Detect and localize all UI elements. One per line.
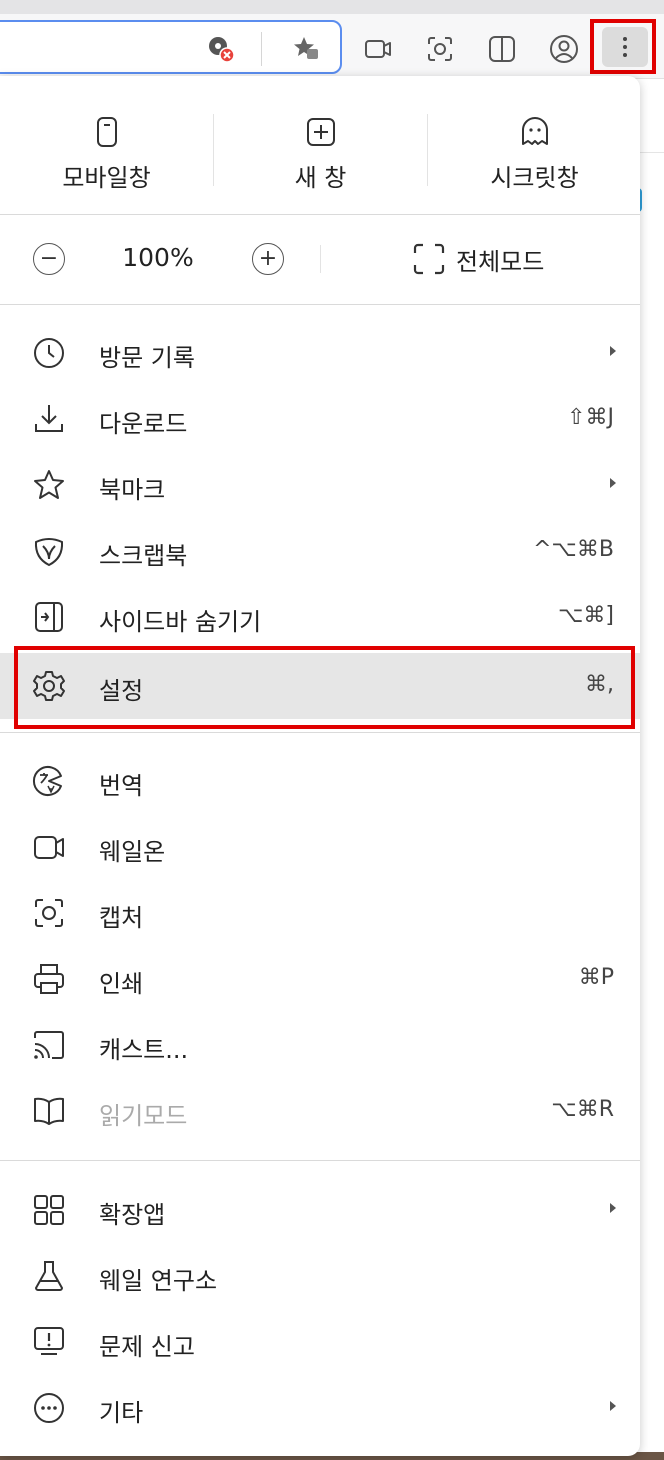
menu-item-label: 다운로드 (99, 410, 188, 438)
menu-item-capture[interactable]: 캡처 (0, 880, 640, 946)
quick-actions: 모바일창 새 창 시크릿창 (0, 76, 640, 214)
translate-icon (32, 764, 66, 798)
profile-icon[interactable] (544, 29, 584, 69)
menu-item-label: 번역 (99, 772, 144, 800)
browser-main-menu: 모바일창 새 창 시크릿창 − 100% + 전체모드 방문 기록 다운로드 ⇧… (0, 76, 640, 1456)
tab-strip (0, 0, 664, 14)
menu-item-history[interactable]: 방문 기록 (0, 320, 640, 386)
video-icon (32, 830, 66, 864)
split-view-icon[interactable] (482, 29, 522, 69)
menu-item-whale-labs[interactable]: 웨일 연구소 (0, 1243, 640, 1309)
menu-item-scrapbook[interactable]: 스크랩북 ^⌥⌘B (0, 518, 640, 584)
printer-icon (32, 962, 66, 996)
menu-item-label: 사이드바 숨기기 (99, 608, 262, 636)
sidebar-icon (32, 600, 66, 634)
menu-divider (0, 732, 640, 733)
menu-item-label: 스크랩북 (99, 542, 188, 570)
address-separator (261, 32, 262, 66)
fullscreen-label: 전체모드 (456, 247, 545, 276)
menu-item-label: 방문 기록 (99, 344, 195, 372)
mobile-window-label: 모바일창 (62, 164, 151, 192)
zoom-out-button[interactable]: − (33, 243, 65, 275)
menu-item-downloads[interactable]: 다운로드 ⇧⌘J (0, 386, 640, 452)
menu-divider (0, 304, 640, 305)
bookmark-star-icon[interactable] (286, 29, 326, 69)
download-icon (32, 402, 66, 436)
fullscreen-icon (413, 243, 445, 275)
more-horizontal-icon (32, 1391, 66, 1425)
menu-item-cast[interactable]: 캐스트... (0, 1012, 640, 1078)
menu-item-label: 캡처 (99, 904, 144, 932)
menu-item-shortcut: ⌥⌘] (558, 603, 614, 628)
menu-item-label: 웨일온 (99, 838, 166, 866)
menu-item-translate[interactable]: 번역 (0, 748, 640, 814)
ghost-icon (521, 117, 548, 145)
zoom-controls: − 100% + 전체모드 (0, 215, 640, 305)
extensions-icon (32, 1193, 66, 1227)
menu-item-shortcut: ⌘P (578, 965, 614, 990)
menu-item-label: 북마크 (99, 476, 166, 504)
settings-highlight-box (14, 646, 635, 729)
menu-item-label: 기타 (99, 1399, 144, 1427)
menu-item-shortcut: ⌥⌘R (551, 1097, 614, 1122)
menu-item-report-issue[interactable]: 문제 신고 (0, 1309, 640, 1375)
mobile-window-button[interactable]: 모바일창 (0, 116, 213, 193)
capture-icon (32, 896, 66, 930)
cast-icon (32, 1028, 66, 1062)
menu-item-more[interactable]: 기타 (0, 1375, 640, 1441)
clock-icon (32, 336, 66, 370)
zoom-level: 100% (122, 243, 194, 272)
flask-icon (32, 1259, 66, 1293)
new-window-icon (306, 118, 335, 146)
menu-item-bookmarks[interactable]: 북마크 (0, 452, 640, 518)
scrapbook-icon (32, 534, 66, 568)
zoom-in-button[interactable]: + (252, 243, 284, 275)
menu-item-shortcut: ⇧⌘J (567, 405, 614, 430)
video-call-icon[interactable] (358, 29, 398, 69)
submenu-arrow-icon (610, 478, 616, 488)
mobile-window-icon (96, 117, 117, 147)
menu-divider (0, 1160, 640, 1161)
new-window-button[interactable]: 새 창 (214, 116, 427, 193)
submenu-arrow-icon (610, 346, 616, 356)
menu-item-extensions[interactable]: 확장앱 (0, 1177, 640, 1243)
secret-window-label: 시크릿창 (490, 164, 579, 192)
page-divider (640, 152, 664, 153)
menu-item-print[interactable]: 인쇄 ⌘P (0, 946, 640, 1012)
menu-item-label: 문제 신고 (99, 1333, 195, 1361)
menu-item-hide-sidebar[interactable]: 사이드바 숨기기 ⌥⌘] (0, 584, 640, 650)
submenu-arrow-icon (610, 1203, 616, 1213)
menu-button-highlight (590, 19, 656, 74)
location-blocked-icon[interactable] (200, 29, 240, 69)
capture-toolbar-icon[interactable] (420, 29, 460, 69)
menu-item-label: 읽기모드 (99, 1102, 188, 1130)
menu-item-label: 확장앱 (99, 1201, 166, 1229)
submenu-arrow-icon (610, 1401, 616, 1411)
report-icon (32, 1325, 66, 1359)
book-icon (32, 1094, 66, 1128)
zoom-separator (320, 245, 321, 273)
secret-window-button[interactable]: 시크릿창 (428, 116, 641, 193)
menu-item-label: 웨일 연구소 (99, 1267, 218, 1295)
menu-item-whale-on[interactable]: 웨일온 (0, 814, 640, 880)
menu-item-label: 인쇄 (99, 970, 144, 998)
star-icon (32, 468, 66, 502)
new-window-label: 새 창 (294, 164, 347, 192)
fullscreen-button[interactable]: 전체모드 (412, 239, 544, 279)
menu-item-reading-mode[interactable]: 읽기모드 ⌥⌘R (0, 1078, 640, 1144)
menu-item-shortcut: ^⌥⌘B (533, 537, 614, 562)
menu-item-label: 캐스트... (99, 1036, 189, 1064)
